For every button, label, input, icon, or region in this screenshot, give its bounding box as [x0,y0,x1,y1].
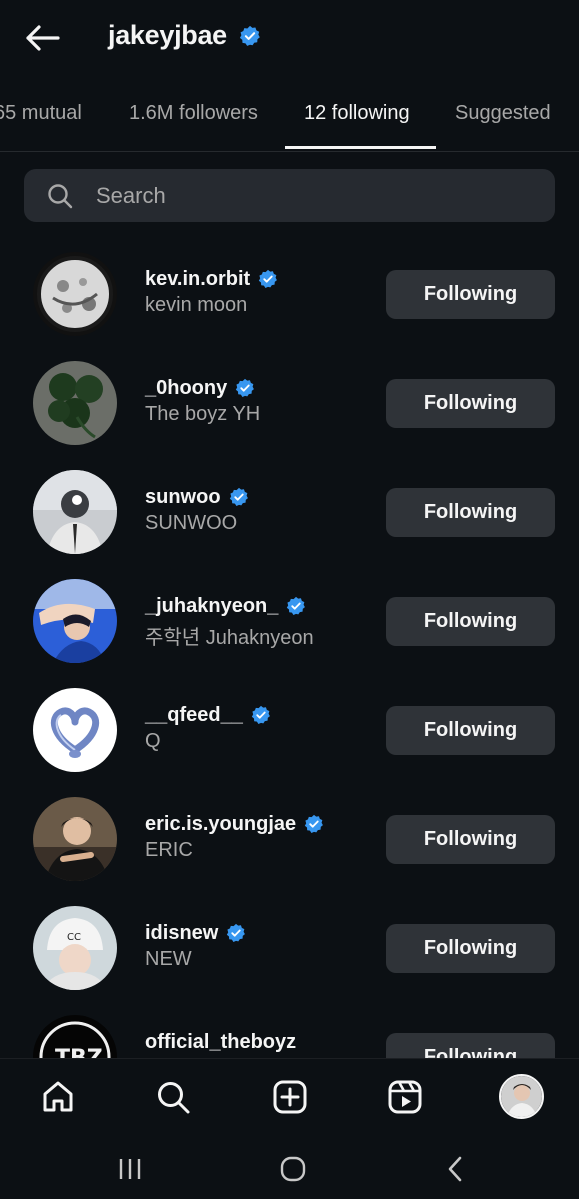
search-icon [47,183,73,209]
account-info: __qfeed__ Q [145,702,271,753]
following-button[interactable]: Following [386,597,555,646]
list-item[interactable]: sunwoo SUNWOO Following [0,458,579,567]
verified-badge-icon [258,269,278,289]
full-name: ERIC [145,839,193,861]
avatar[interactable]: CC [33,906,117,990]
profile-avatar[interactable] [499,1074,544,1119]
verified-badge-icon [286,596,306,616]
following-button[interactable]: Following [386,488,555,537]
home-system-button[interactable] [278,1154,308,1184]
account-info: idisnew NEW [145,920,246,971]
recents-button[interactable] [115,1154,145,1184]
following-list: kev.in.orbit kevin moon Following _0hoon… [0,240,579,1058]
page-title: jakeyjbae [108,20,227,50]
search-icon [158,1082,190,1114]
list-item[interactable]: kev.in.orbit kevin moon Following [0,240,579,349]
list-item[interactable]: _juhaknyeon_ 주학년 Juhaknyeon Following [0,567,579,676]
list-item[interactable]: __qfeed__ Q Following [0,676,579,785]
profile-title: jakeyjbae [108,20,261,51]
back-system-button[interactable] [440,1154,470,1184]
verified-badge-icon [235,378,255,398]
following-button[interactable]: Following [386,270,555,319]
search-placeholder: Search [96,182,166,208]
search-input[interactable]: Search [24,169,555,222]
create-icon [273,1080,307,1114]
avatar[interactable]: TBZ [33,1015,117,1058]
following-button[interactable]: Following [386,1033,555,1058]
full-name: NEW [145,948,192,970]
account-info: _0hoony The boyz YH [145,375,260,426]
nav-home[interactable] [38,1077,78,1117]
full-name: kevin moon [145,294,248,316]
following-button[interactable]: Following [386,924,555,973]
verified-badge-icon [239,25,261,47]
account-info: eric.is.youngjae ERIC [145,811,324,862]
list-item[interactable]: CC idisnew NEW Following [0,894,579,1003]
svg-text:TBZ: TBZ [55,1046,103,1058]
home-icon [43,1081,73,1112]
header: jakeyjbae [0,0,579,74]
system-nav-bar [0,1134,579,1199]
verified-badge-icon [229,487,249,507]
username[interactable]: _juhaknyeon_ [145,595,278,618]
account-info: official_theboyz [145,1029,296,1057]
list-item[interactable]: _0hoony The boyz YH Following [0,349,579,458]
account-info: _juhaknyeon_ 주학년 Juhaknyeon [145,593,314,650]
avatar[interactable] [33,579,117,663]
nav-search[interactable] [153,1077,193,1117]
full-name: 주학년 Juhaknyeon [145,627,314,649]
arrow-left-icon [26,25,60,51]
recents-icon [119,1159,141,1179]
username[interactable]: kev.in.orbit [145,268,250,291]
home-circle-icon [280,1156,306,1182]
avatar[interactable] [33,361,117,445]
account-info: sunwoo SUNWOO [145,484,249,535]
tab-suggested[interactable]: Suggested [455,102,551,125]
username[interactable]: official_theboyz [145,1031,296,1054]
username[interactable]: __qfeed__ [145,704,243,727]
back-button[interactable] [22,18,62,58]
avatar[interactable] [33,797,117,881]
verified-badge-icon [304,814,324,834]
full-name: Q [145,730,161,752]
avatar[interactable] [33,688,117,772]
account-info: kev.in.orbit kevin moon [145,266,278,317]
following-button[interactable]: Following [386,815,555,864]
nav-create[interactable] [270,1077,310,1117]
tab-following[interactable]: 12 following [304,102,410,125]
list-item[interactable]: TBZ official_theboyz Following [0,1003,579,1058]
tab-followers[interactable]: 1.6M followers [129,102,258,125]
avatar[interactable] [33,470,117,554]
bottom-nav [0,1058,579,1134]
back-chevron-icon [448,1156,462,1182]
avatar[interactable] [33,252,117,336]
svg-text:CC: CC [67,932,81,943]
nav-reels[interactable] [385,1077,425,1117]
following-button[interactable]: Following [386,706,555,755]
tab-mutual[interactable]: 65 mutual [0,102,82,125]
full-name: The boyz YH [145,403,261,425]
tab-bar: 65 mutual 1.6M followers 12 following Su… [0,80,579,152]
username[interactable]: eric.is.youngjae [145,813,296,836]
active-tab-indicator [285,146,436,149]
reels-icon [388,1080,422,1114]
username[interactable]: sunwoo [145,486,221,509]
full-name: SUNWOO [145,512,238,534]
verified-badge-icon [226,923,246,943]
list-item[interactable]: eric.is.youngjae ERIC Following [0,785,579,894]
username[interactable]: _0hoony [145,377,227,400]
username[interactable]: idisnew [145,922,218,945]
following-button[interactable]: Following [386,379,555,428]
verified-badge-icon [251,705,271,725]
